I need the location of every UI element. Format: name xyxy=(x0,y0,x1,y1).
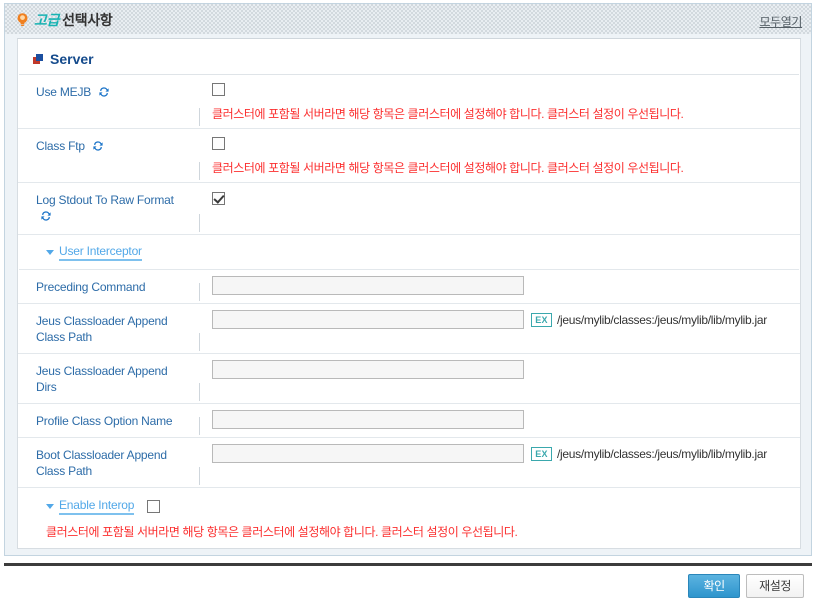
bulb-icon xyxy=(16,12,29,28)
table-row: Jeus Classloader Append Dirs xyxy=(18,354,800,404)
field-wrap: EX /jeus/mylib/classes:/jeus/mylib/lib/m… xyxy=(200,438,800,469)
open-all-link[interactable]: 모두열기 xyxy=(759,13,802,30)
input-jeus-classloader-append-class-path[interactable] xyxy=(212,310,524,329)
field-wrap xyxy=(200,404,800,435)
field-content-log-stdout-to-raw-format xyxy=(200,183,800,234)
dialog-header: 고급 선택사항 모두열기 xyxy=(5,4,811,34)
section-enable-interop: Enable Interop 클러스터에 포함될 서버라면 해당 항목은 클러스… xyxy=(18,488,800,540)
field-content-boot-classloader-append-class-path: EX /jeus/mylib/classes:/jeus/mylib/lib/m… xyxy=(200,438,800,487)
field-content-jeus-classloader-append-dirs xyxy=(200,354,800,403)
field-label-use-mejb: Use MEJB xyxy=(18,75,200,128)
input-boot-classloader-append-class-path[interactable] xyxy=(212,444,524,463)
input-profile-class-option-name[interactable] xyxy=(212,410,524,429)
field-label-jeus-classloader-append-class-path: Jeus Classloader Append Class Path xyxy=(18,304,200,353)
dialog-title-main: 선택사항 xyxy=(62,12,113,28)
dialog-body: Server Use MEJB 클러스터에 포함될 서버라면 해당 항목은 클러… xyxy=(17,38,801,549)
subsection-label-user-interceptor[interactable]: User Interceptor xyxy=(59,244,142,261)
blue-red-square-icon xyxy=(33,53,44,65)
table-row: Profile Class Option Name xyxy=(18,404,800,438)
field-content-jeus-classloader-append-class-path: EX /jeus/mylib/classes:/jeus/mylib/lib/m… xyxy=(200,304,800,353)
field-content-profile-class-option-name xyxy=(200,404,800,437)
table-row: Boot Classloader Append Class Path EX /j… xyxy=(18,438,800,488)
checkbox-wrap xyxy=(200,183,800,219)
checkbox-log-stdout-to-raw-format[interactable] xyxy=(212,192,225,205)
checkbox-wrap xyxy=(200,75,800,101)
table-row: Preceding Command xyxy=(18,270,800,304)
section-header-server: Server xyxy=(19,39,799,75)
section-title-text: Server xyxy=(50,51,94,67)
checkbox-use-mejb[interactable] xyxy=(212,83,225,96)
input-preceding-command[interactable] xyxy=(212,276,524,295)
chevron-down-icon[interactable] xyxy=(46,250,54,255)
table-row: Use MEJB 클러스터에 포함될 서버라면 해당 항목은 클러스터에 설정해… xyxy=(18,75,800,129)
table-row: Class Ftp 클러스터에 포함될 서버라면 해당 항목은 클러스터에 설정… xyxy=(18,129,800,183)
sync-icon xyxy=(92,140,104,156)
field-content-use-mejb: 클러스터에 포함될 서버라면 해당 항목은 클러스터에 설정해야 합니다. 클러… xyxy=(200,75,800,128)
dialog-title-accent: 고급 xyxy=(34,12,60,28)
confirm-button[interactable]: 확인 xyxy=(688,574,741,598)
advanced-options-dialog: 고급 선택사항 모두열기 Server Use MEJB 클러스터에 포함될 서… xyxy=(0,0,816,600)
dialog-panel: 고급 선택사항 모두열기 Server Use MEJB 클러스터에 포함될 서… xyxy=(4,3,812,556)
warning-text-class-ftp: 클러스터에 포함될 서버라면 해당 항목은 클러스터에 설정해야 합니다. 클러… xyxy=(212,161,684,175)
field-content-class-ftp: 클러스터에 포함될 서버라면 해당 항목은 클러스터에 설정해야 합니다. 클러… xyxy=(200,129,800,182)
checkbox-enable-interop[interactable] xyxy=(147,500,161,513)
example-badge: EX xyxy=(531,446,552,461)
field-label-profile-class-option-name: Profile Class Option Name xyxy=(18,404,200,437)
field-label-preceding-command: Preceding Command xyxy=(18,270,200,303)
dialog-title-group: 고급 선택사항 xyxy=(16,10,113,30)
field-label-jeus-classloader-append-dirs: Jeus Classloader Append Dirs xyxy=(18,354,200,403)
example-text: /jeus/mylib/classes:/jeus/mylib/lib/myli… xyxy=(557,446,767,461)
footer-button-group: 확인 재설정 xyxy=(688,574,804,598)
field-wrap: EX /jeus/mylib/classes:/jeus/mylib/lib/m… xyxy=(200,304,800,335)
field-wrap xyxy=(200,354,800,385)
sync-icon xyxy=(98,86,110,102)
field-label-class-ftp: Class Ftp xyxy=(18,129,200,182)
example-badge: EX xyxy=(531,312,552,327)
subsection-label-enable-interop[interactable]: Enable Interop xyxy=(59,498,134,515)
footer-bar: 확인 재설정 xyxy=(0,566,816,600)
chevron-down-icon[interactable] xyxy=(46,504,54,509)
subsection-header-enable-interop[interactable]: Enable Interop xyxy=(46,498,800,515)
checkbox-class-ftp[interactable] xyxy=(212,137,225,150)
input-jeus-classloader-append-dirs[interactable] xyxy=(212,360,524,379)
sync-icon xyxy=(40,210,52,226)
field-content-preceding-command xyxy=(200,270,800,303)
field-wrap xyxy=(200,270,800,301)
table-row: Log Stdout To Raw Format xyxy=(18,183,800,235)
field-label-boot-classloader-append-class-path: Boot Classloader Append Class Path xyxy=(18,438,200,487)
field-label-log-stdout-to-raw-format: Log Stdout To Raw Format xyxy=(18,183,200,234)
reset-button[interactable]: 재설정 xyxy=(746,574,804,598)
warning-text-use-mejb: 클러스터에 포함될 서버라면 해당 항목은 클러스터에 설정해야 합니다. 클러… xyxy=(212,107,684,121)
example-text: /jeus/mylib/classes:/jeus/mylib/lib/myli… xyxy=(557,312,767,327)
warning-text-enable-interop: 클러스터에 포함될 서버라면 해당 항목은 클러스터에 설정해야 합니다. 클러… xyxy=(46,525,518,539)
table-row: Jeus Classloader Append Class Path EX /j… xyxy=(18,304,800,354)
checkbox-wrap xyxy=(200,129,800,155)
subsection-header-user-interceptor[interactable]: User Interceptor xyxy=(18,235,800,264)
